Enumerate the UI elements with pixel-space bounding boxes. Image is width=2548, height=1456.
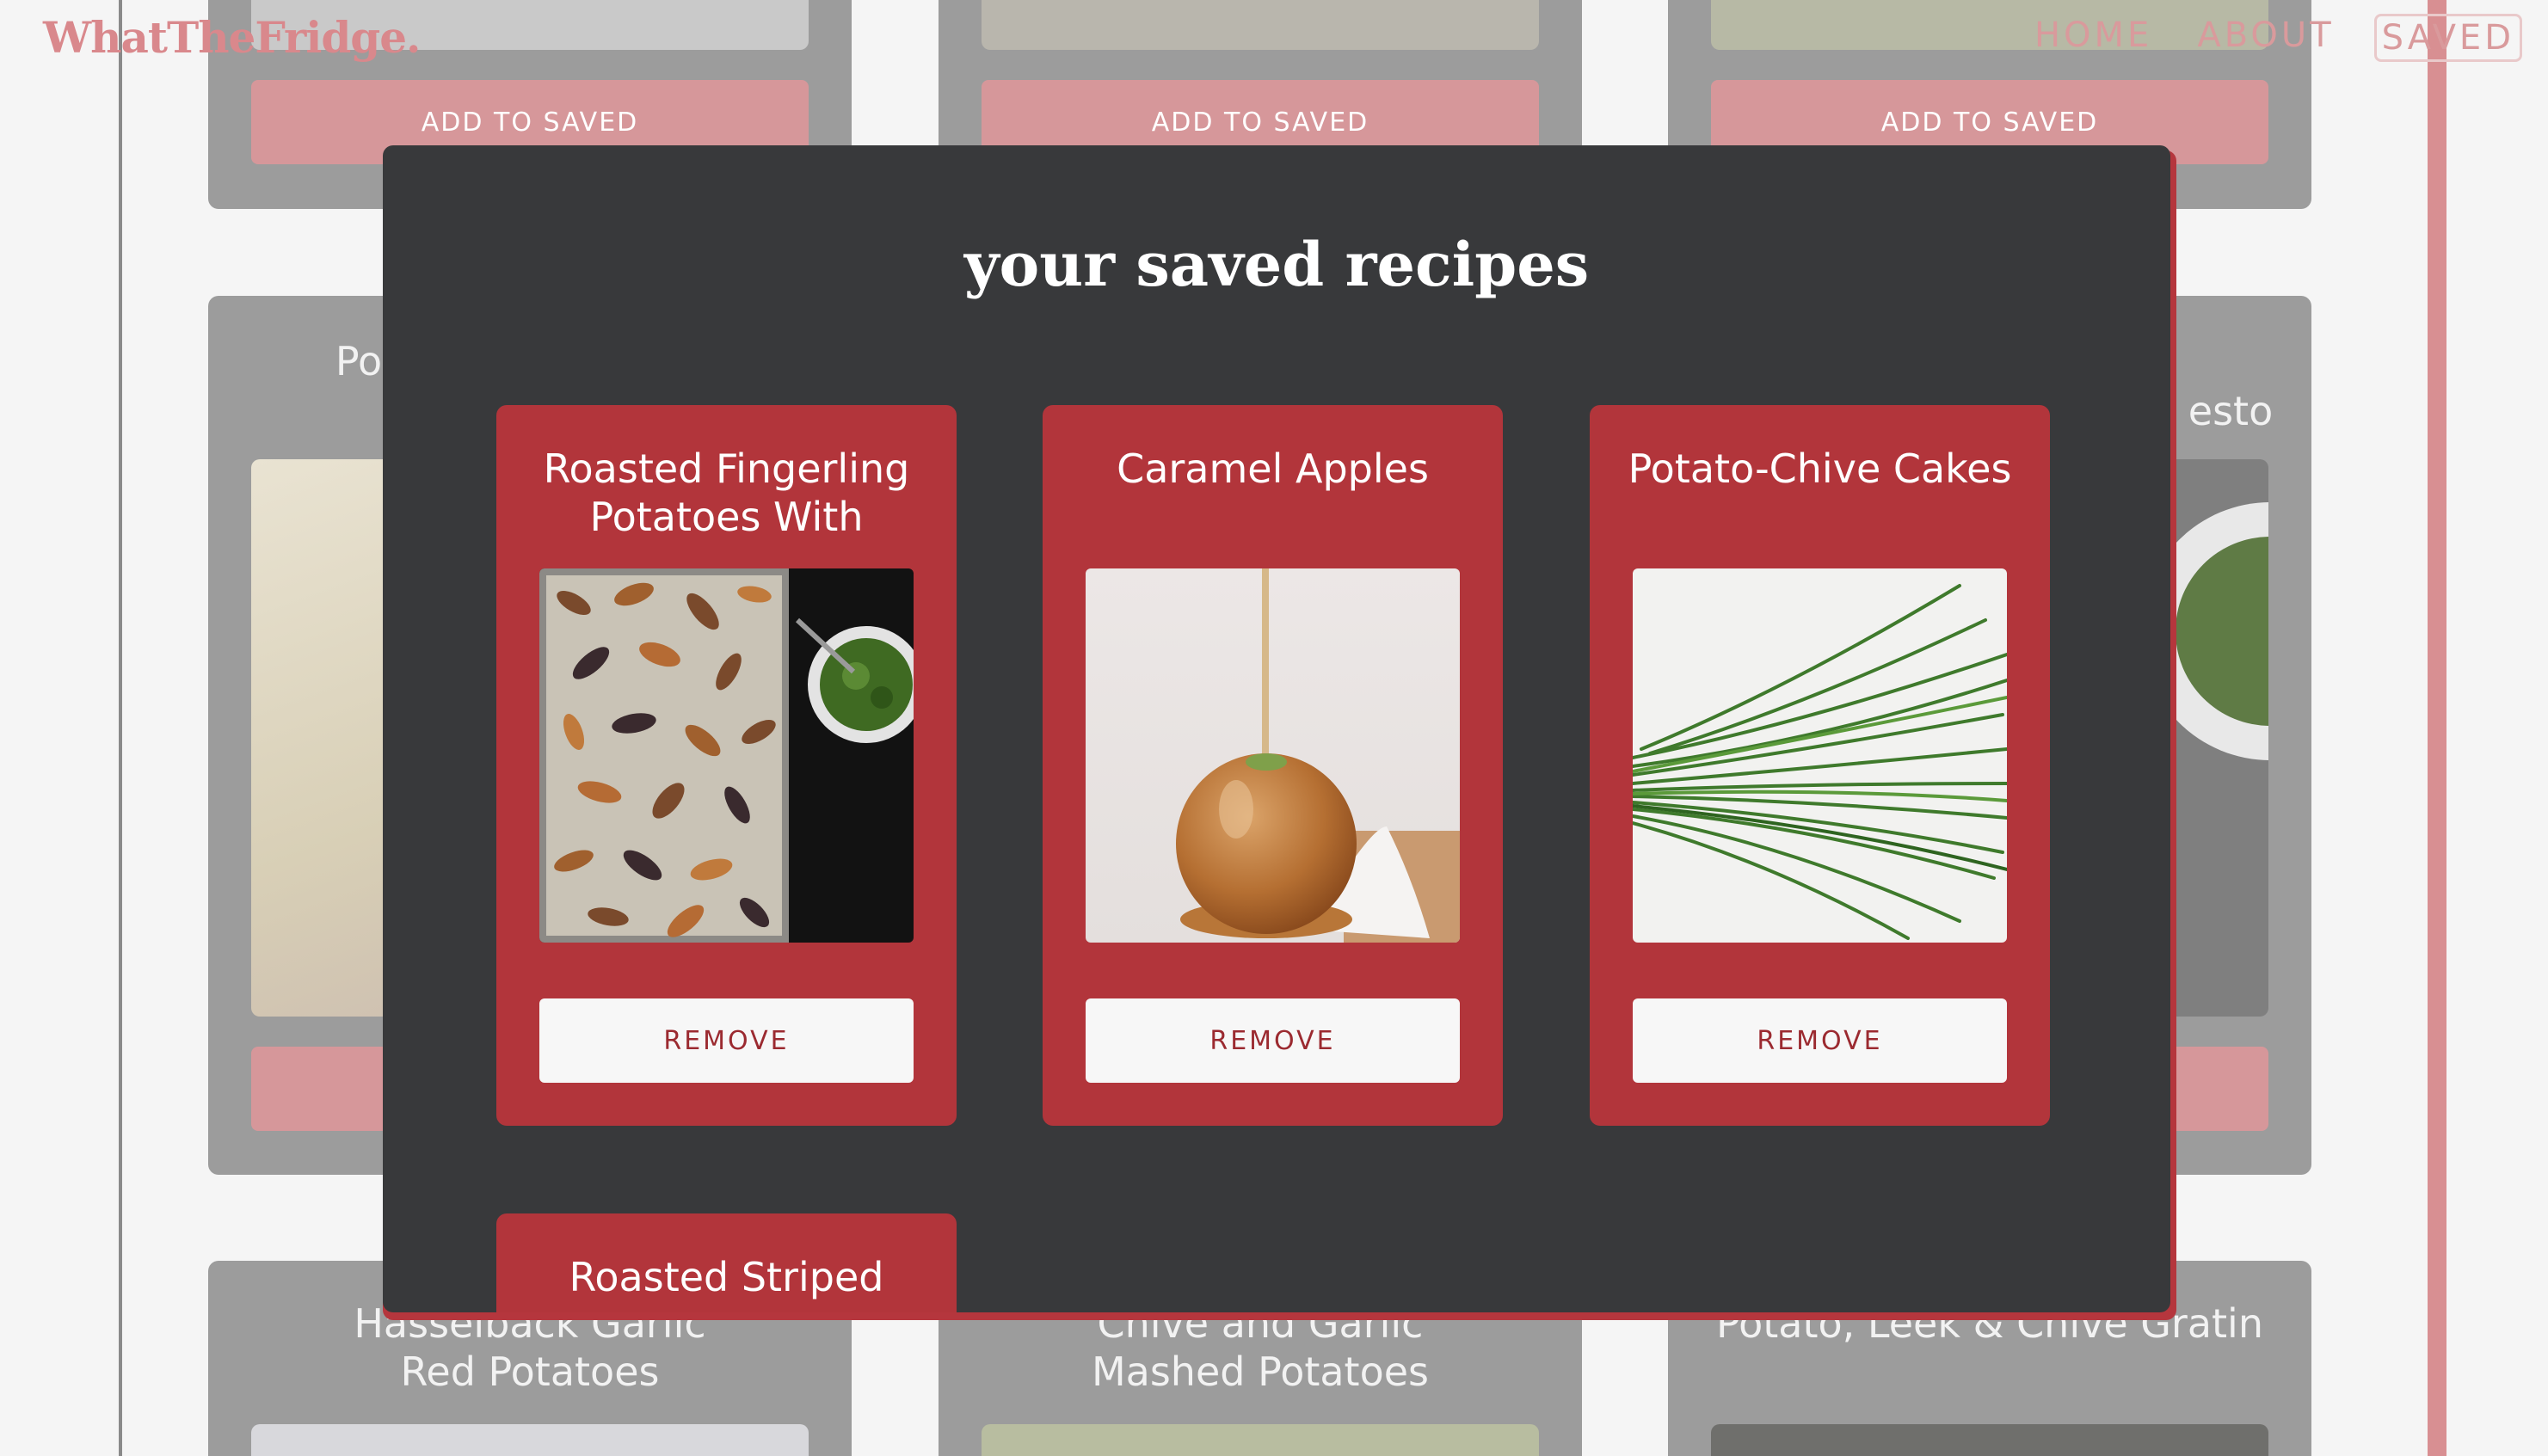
recipe-title: Roasted Fingerling Potatoes With — [543, 445, 910, 540]
saved-recipe-card: Caramel Apples REMOVE — [1043, 405, 1503, 1126]
remove-button[interactable]: REMOVE — [1086, 998, 1460, 1083]
saved-recipe-card: Roasted Fingerling Potatoes With REMOVE — [496, 405, 957, 1126]
recipe-image — [539, 568, 914, 943]
modal-title: your saved recipes — [963, 229, 1590, 300]
roasted-potatoes-image — [539, 568, 914, 943]
recipe-title: Caramel Apples — [1117, 445, 1429, 492]
remove-button[interactable]: REMOVE — [539, 998, 914, 1083]
saved-recipe-card: Roasted Striped — [496, 1213, 957, 1312]
caramel-apple-image — [1086, 568, 1460, 943]
recipe-image — [1086, 568, 1460, 943]
recipe-title: Potato-Chive Cakes — [1628, 445, 2012, 492]
recipe-image — [1633, 568, 2007, 943]
remove-button[interactable]: REMOVE — [1633, 998, 2007, 1083]
recipe-title: Roasted Striped — [569, 1254, 884, 1300]
chives-image — [1633, 568, 2007, 943]
saved-recipe-card: Potato-Chive Cakes REMOVE — [1590, 405, 2050, 1126]
saved-recipes-modal: your saved recipes Roasted Fingerling Po… — [383, 145, 2170, 1312]
